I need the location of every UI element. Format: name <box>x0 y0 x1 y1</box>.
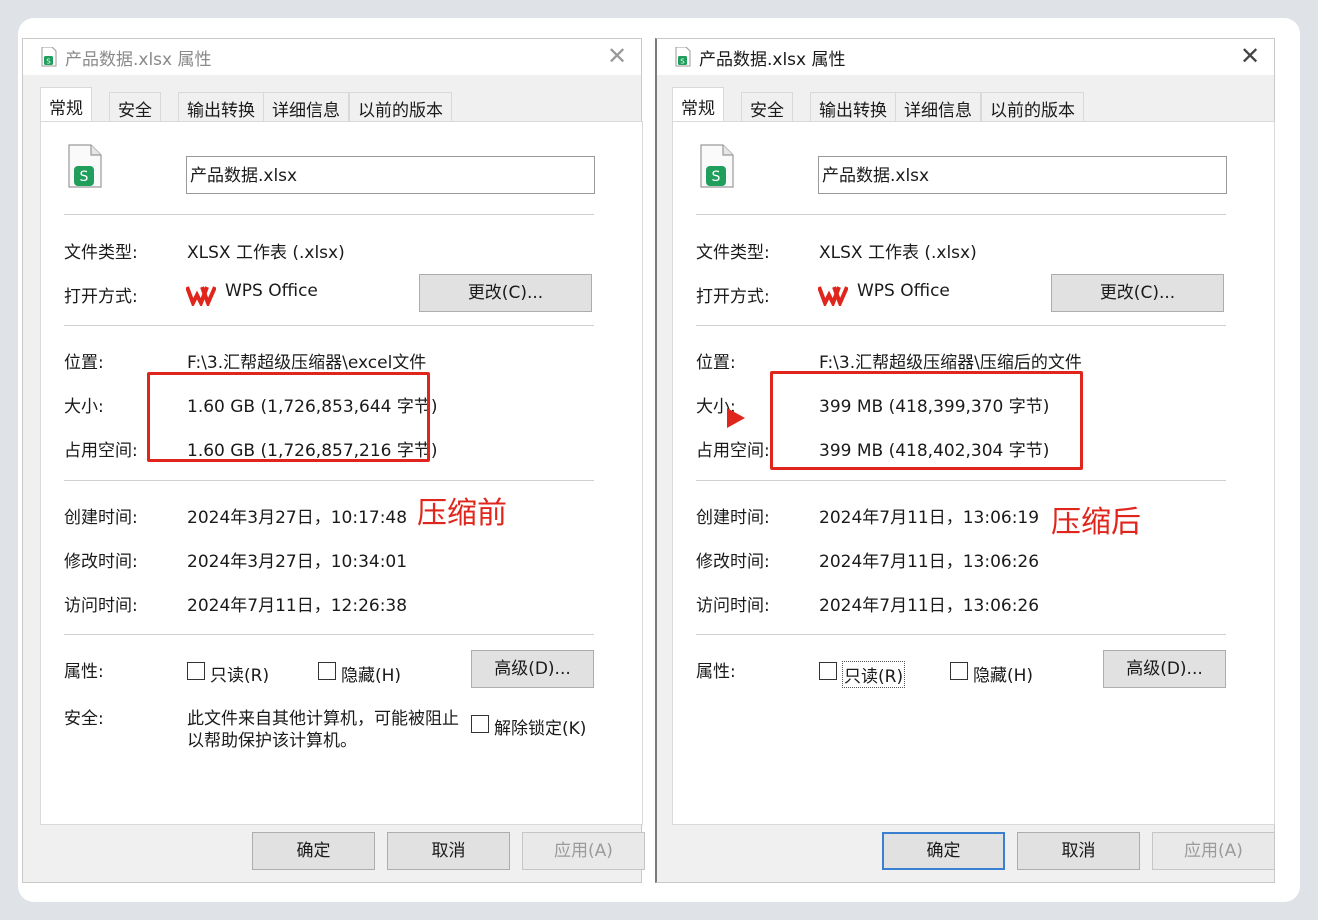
readonly-checkbox-label[interactable]: 只读(R) <box>210 661 269 686</box>
filename-field[interactable]: 产品数据.xlsx <box>818 156 1227 194</box>
attributes-label: 属性: <box>696 662 736 682</box>
apply-button[interactable]: 应用(A) <box>522 832 645 870</box>
modified-label: 修改时间: <box>696 552 770 572</box>
accessed-label: 访问时间: <box>64 596 138 616</box>
tab-previous-versions[interactable]: 以前的版本 <box>349 92 452 122</box>
size-label: 大小: <box>64 397 104 417</box>
dialog-title: 产品数据.xlsx 属性 <box>699 50 846 70</box>
open-with-label: 打开方式: <box>64 287 138 307</box>
wps-logo-icon <box>818 286 848 306</box>
tab-strip: 常规 安全 输出转换 详细信息 以前的版本 <box>23 87 641 123</box>
size-highlight-box-after <box>770 371 1083 470</box>
created-label: 创建时间: <box>696 508 770 528</box>
size-on-disk-label: 占用空间: <box>64 441 138 461</box>
separator <box>696 214 1226 215</box>
tab-details[interactable]: 详细信息 <box>263 92 349 122</box>
created-label: 创建时间: <box>64 508 138 528</box>
modified-label: 修改时间: <box>64 552 138 572</box>
hidden-checkbox-label[interactable]: 隐藏(H) <box>341 661 401 686</box>
ok-button[interactable]: 确定 <box>882 832 1005 870</box>
wps-spreadsheet-icon: S <box>700 144 734 188</box>
accessed-value: 2024年7月11日，13:06:26 <box>819 596 1040 616</box>
svg-text:S: S <box>712 169 721 185</box>
general-panel: S 产品数据.xlsx 文件类型: XLSX 工作表 (.xlsx) 打开方式:… <box>672 121 1275 825</box>
general-panel: S 产品数据.xlsx 文件类型: XLSX 工作表 (.xlsx) 打开方式:… <box>40 121 643 825</box>
unblock-checkbox-label[interactable]: 解除锁定(K) <box>494 714 586 739</box>
modified-value: 2024年3月27日，10:34:01 <box>187 552 408 572</box>
separator <box>696 325 1226 326</box>
hidden-checkbox[interactable] <box>318 662 336 680</box>
modified-value: 2024年7月11日，13:06:26 <box>819 552 1040 572</box>
security-message-line2: 以帮助保护该计算机。 <box>187 731 357 751</box>
tab-general[interactable]: 常规 <box>40 87 92 123</box>
hidden-checkbox-label[interactable]: 隐藏(H) <box>973 661 1033 686</box>
file-type-label: 文件类型: <box>64 243 138 263</box>
comparison-arrow-icon <box>443 408 745 428</box>
hidden-checkbox[interactable] <box>950 662 968 680</box>
security-label: 安全: <box>64 709 104 729</box>
file-type-label: 文件类型: <box>696 243 770 263</box>
separator <box>64 634 594 635</box>
filename-field[interactable]: 产品数据.xlsx <box>186 156 595 194</box>
separator <box>64 480 594 481</box>
location-value: F:\3.汇帮超级压缩器\压缩后的文件 <box>819 353 1082 373</box>
file-type-value: XLSX 工作表 (.xlsx) <box>187 243 345 263</box>
created-value: 2024年7月11日，13:06:19 <box>819 508 1040 528</box>
before-compression-label: 压缩前 <box>417 496 507 531</box>
ok-button[interactable]: 确定 <box>252 832 375 870</box>
accessed-value: 2024年7月11日，12:26:38 <box>187 596 408 616</box>
separator <box>696 480 1226 481</box>
readonly-checkbox[interactable] <box>819 662 837 680</box>
wps-spreadsheet-icon: S <box>68 144 102 188</box>
unblock-checkbox[interactable] <box>471 715 489 733</box>
svg-text:S: S <box>680 58 685 66</box>
change-button[interactable]: 更改(C)... <box>1051 274 1224 312</box>
created-value: 2024年3月27日，10:17:48 <box>187 508 408 528</box>
wps-spreadsheet-icon: S <box>41 47 57 67</box>
tab-strip: 常规 安全 输出转换 详细信息 以前的版本 <box>657 87 1274 123</box>
title-bar: S 产品数据.xlsx 属性 ✕ <box>657 39 1274 75</box>
attributes-label: 属性: <box>64 662 104 682</box>
separator <box>64 214 594 215</box>
open-with-value: WPS Office <box>225 281 318 301</box>
tab-details[interactable]: 详细信息 <box>895 92 981 122</box>
readonly-checkbox[interactable] <box>187 662 205 680</box>
cancel-button[interactable]: 取消 <box>387 832 510 870</box>
location-label: 位置: <box>64 353 104 373</box>
tab-security[interactable]: 安全 <box>741 92 793 122</box>
tab-security[interactable]: 安全 <box>109 92 161 122</box>
svg-text:S: S <box>46 58 51 66</box>
after-compression-label: 压缩后 <box>1051 505 1141 540</box>
tab-previous-versions[interactable]: 以前的版本 <box>981 92 1084 122</box>
title-bar: S 产品数据.xlsx 属性 ✕ <box>23 39 641 75</box>
location-label: 位置: <box>696 353 736 373</box>
readonly-checkbox-label[interactable]: 只读(R) <box>842 661 906 688</box>
open-with-label: 打开方式: <box>696 287 770 307</box>
tab-general[interactable]: 常规 <box>672 87 724 123</box>
size-on-disk-label: 占用空间: <box>696 441 770 461</box>
size-highlight-box-before <box>147 372 430 462</box>
file-type-value: XLSX 工作表 (.xlsx) <box>819 243 977 263</box>
dialog-title: 产品数据.xlsx 属性 <box>65 50 212 70</box>
location-value: F:\3.汇帮超级压缩器\excel文件 <box>187 353 427 373</box>
advanced-button[interactable]: 高级(D)... <box>1103 650 1226 688</box>
change-button[interactable]: 更改(C)... <box>419 274 592 312</box>
tab-output-conversion[interactable]: 输出转换 <box>178 92 264 122</box>
wps-spreadsheet-icon: S <box>675 47 691 67</box>
close-icon[interactable]: ✕ <box>1236 43 1264 71</box>
cancel-button[interactable]: 取消 <box>1017 832 1140 870</box>
separator <box>64 325 594 326</box>
svg-text:S: S <box>80 169 89 185</box>
open-with-value: WPS Office <box>857 281 950 301</box>
wps-logo-icon <box>186 286 216 306</box>
separator <box>696 634 1226 635</box>
advanced-button[interactable]: 高级(D)... <box>471 650 594 688</box>
apply-button[interactable]: 应用(A) <box>1152 832 1275 870</box>
accessed-label: 访问时间: <box>696 596 770 616</box>
close-icon[interactable]: ✕ <box>603 43 631 71</box>
tab-output-conversion[interactable]: 输出转换 <box>810 92 896 122</box>
